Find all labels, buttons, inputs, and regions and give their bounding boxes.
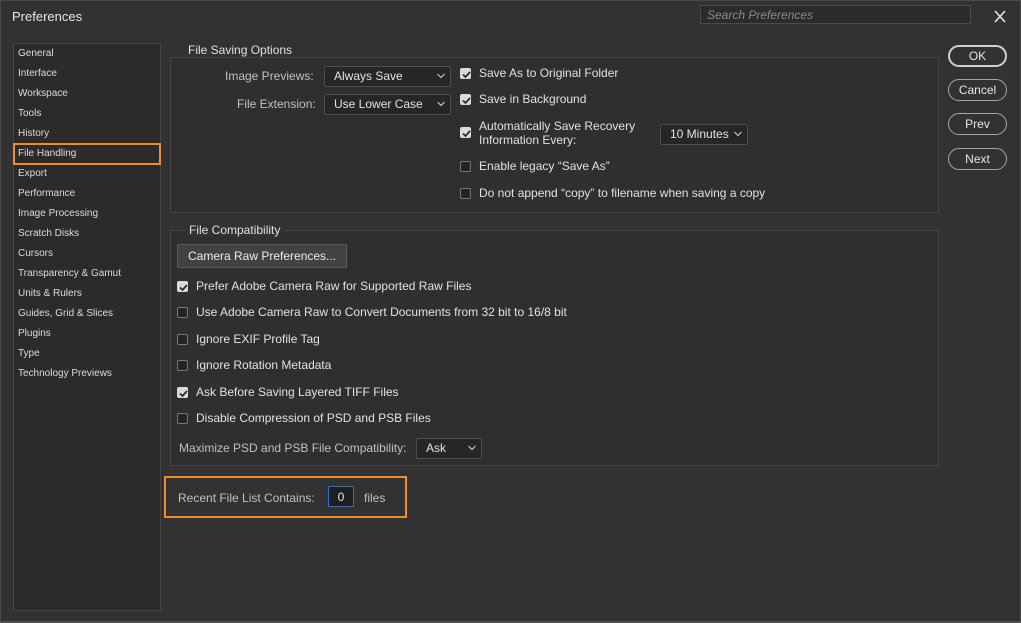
save-in-background-label: Save in Background — [479, 92, 587, 106]
ask-tiff-checkbox[interactable] — [177, 387, 188, 398]
auto-save-recovery-label-line1: Automatically Save Recovery — [479, 119, 636, 133]
chevron-down-icon — [437, 101, 445, 107]
search-preferences-input[interactable] — [700, 5, 971, 24]
ask-tiff-label: Ask Before Saving Layered TIFF Files — [196, 385, 399, 399]
legacy-save-as-checkbox[interactable] — [460, 161, 471, 172]
file-saving-options-title: File Saving Options — [184, 43, 297, 57]
save-in-background-checkbox[interactable] — [460, 94, 471, 105]
sidebar-item-technology-previews[interactable]: Technology Previews — [14, 364, 160, 384]
image-previews-value: Always Save — [334, 69, 403, 83]
ignore-exif-checkbox[interactable] — [177, 334, 188, 345]
prefer-acr-label: Prefer Adobe Camera Raw for Supported Ra… — [196, 279, 472, 293]
chevron-down-icon — [734, 131, 742, 137]
image-previews-label: Image Previews: — [225, 69, 314, 83]
camera-raw-preferences-button[interactable]: Camera Raw Preferences... — [177, 244, 348, 268]
no-append-copy-checkbox[interactable] — [460, 188, 471, 199]
cancel-button[interactable]: Cancel — [948, 79, 1007, 101]
file-extension-value: Use Lower Case — [334, 97, 423, 111]
preferences-dialog: Preferences General Interface Workspace … — [0, 0, 1021, 622]
maximize-compat-value: Ask — [426, 441, 447, 455]
checkmark-icon — [179, 284, 188, 292]
recent-files-count-input[interactable] — [328, 486, 354, 507]
ignore-rotation-checkbox[interactable] — [177, 360, 188, 371]
checkmark-icon — [462, 97, 471, 105]
checkmark-icon — [462, 130, 471, 138]
file-extension-dropdown[interactable]: Use Lower Case — [324, 94, 451, 115]
sidebar-item-type[interactable]: Type — [14, 344, 160, 364]
recent-files-suffix: files — [364, 491, 386, 505]
use-acr-convert-checkbox[interactable] — [177, 307, 188, 318]
file-extension-label: File Extension: — [237, 97, 316, 111]
sidebar-item-plugins[interactable]: Plugins — [14, 324, 160, 344]
prev-button[interactable]: Prev — [948, 113, 1007, 135]
sidebar-item-export[interactable]: Export — [14, 164, 160, 184]
no-append-copy-label: Do not append “copy” to filename when sa… — [479, 186, 766, 200]
preferences-sidebar: General Interface Workspace Tools Histor… — [13, 43, 161, 611]
sidebar-item-performance[interactable]: Performance — [14, 184, 160, 204]
checkmark-icon — [179, 390, 188, 398]
ok-button[interactable]: OK — [948, 45, 1007, 67]
auto-save-interval-dropdown[interactable]: 10 Minutes — [660, 124, 748, 145]
legacy-save-as-label: Enable legacy “Save As” — [479, 159, 610, 173]
chevron-down-icon — [468, 445, 476, 451]
ignore-rotation-label: Ignore Rotation Metadata — [196, 358, 332, 372]
sidebar-item-history[interactable]: History — [14, 124, 160, 144]
use-acr-convert-label: Use Adobe Camera Raw to Convert Document… — [196, 305, 567, 319]
window-title: Preferences — [12, 9, 83, 24]
recent-files-label: Recent File List Contains: — [178, 491, 315, 505]
sidebar-item-file-handling[interactable]: File Handling — [14, 144, 160, 164]
save-as-original-label: Save As to Original Folder — [479, 66, 619, 80]
sidebar-item-general[interactable]: General — [14, 44, 160, 64]
chevron-down-icon — [437, 73, 445, 79]
sidebar-item-guides-grid-slices[interactable]: Guides, Grid & Slices — [14, 304, 160, 324]
file-compatibility-title: File Compatibility — [185, 223, 285, 237]
auto-save-recovery-label-line2: Information Every: — [479, 133, 577, 147]
auto-save-interval-value: 10 Minutes — [670, 127, 729, 141]
sidebar-item-image-processing[interactable]: Image Processing — [14, 204, 160, 224]
save-as-original-checkbox[interactable] — [460, 68, 471, 79]
sidebar-item-transparency-gamut[interactable]: Transparency & Gamut — [14, 264, 160, 284]
sidebar-item-scratch-disks[interactable]: Scratch Disks — [14, 224, 160, 244]
maximize-compat-dropdown[interactable]: Ask — [416, 438, 482, 459]
sidebar-item-cursors[interactable]: Cursors — [14, 244, 160, 264]
disable-compression-label: Disable Compression of PSD and PSB Files — [196, 411, 431, 425]
close-icon[interactable] — [990, 7, 1010, 27]
checkmark-icon — [462, 71, 471, 79]
image-previews-dropdown[interactable]: Always Save — [324, 66, 451, 87]
sidebar-item-workspace[interactable]: Workspace — [14, 84, 160, 104]
next-button[interactable]: Next — [948, 148, 1007, 170]
prefer-acr-checkbox[interactable] — [177, 281, 188, 292]
disable-compression-checkbox[interactable] — [177, 413, 188, 424]
sidebar-item-units-rulers[interactable]: Units & Rulers — [14, 284, 160, 304]
maximize-compat-label: Maximize PSD and PSB File Compatibility: — [179, 441, 407, 455]
auto-save-recovery-checkbox[interactable] — [460, 127, 471, 138]
sidebar-item-interface[interactable]: Interface — [14, 64, 160, 84]
title-bar: Preferences — [1, 1, 1020, 33]
ignore-exif-label: Ignore EXIF Profile Tag — [196, 332, 320, 346]
sidebar-item-tools[interactable]: Tools — [14, 104, 160, 124]
